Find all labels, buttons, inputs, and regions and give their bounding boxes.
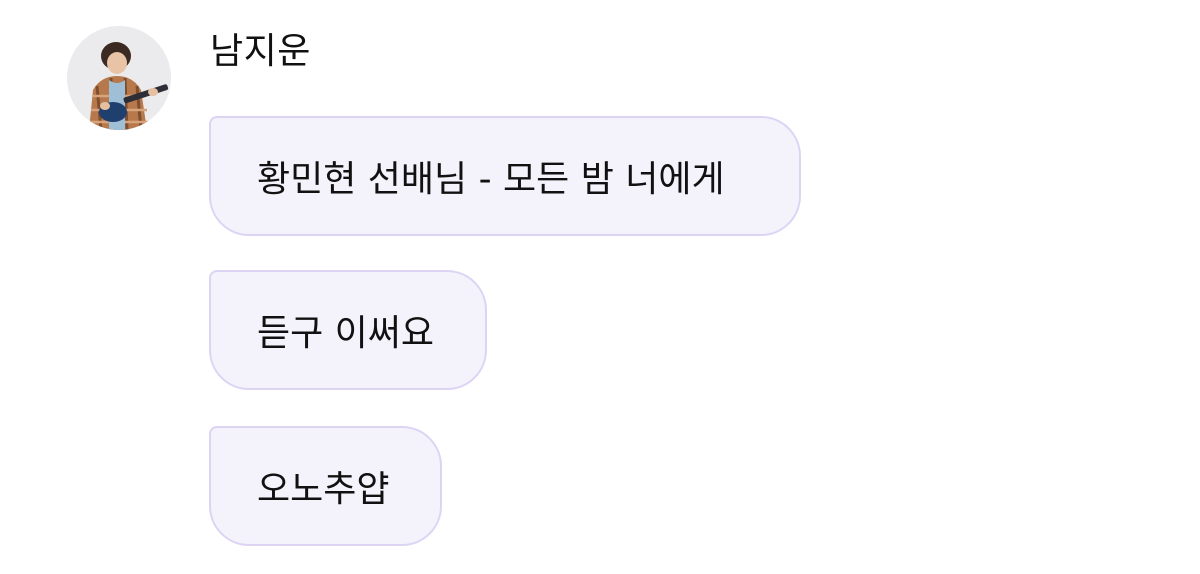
sender-name: 남지운: [210, 31, 311, 72]
message-bubble[interactable]: 황민현 선배님 - 모든 밤 너에게: [209, 116, 801, 236]
avatar-photo-icon: [67, 26, 171, 130]
message-bubble[interactable]: 오노추얍: [209, 426, 442, 546]
avatar[interactable]: [67, 26, 171, 130]
message-bubble[interactable]: 듣구 이써요: [209, 270, 487, 390]
